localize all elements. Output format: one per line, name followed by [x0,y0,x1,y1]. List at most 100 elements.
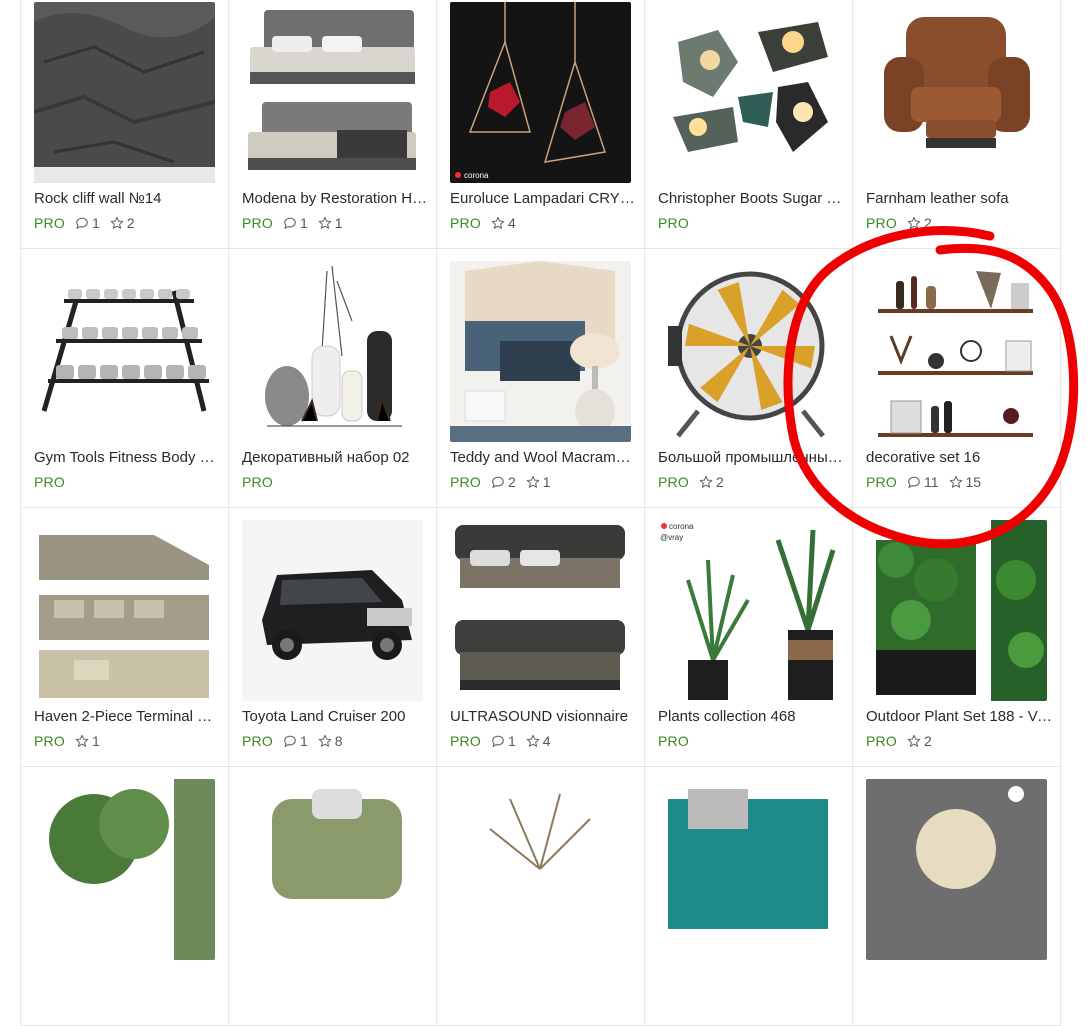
model-grid: Rock cliff wall №14 PRO 1 2 Modena by Restor… [20,0,1061,1026]
model-title[interactable]: Modena by Restoration Hardware [242,190,430,208]
model-title[interactable]: Christopher Boots Sugar Lamp [658,190,846,208]
favorite-count: 1 [91,733,100,749]
model-title[interactable]: decorative set 16 [866,449,1054,467]
model-meta: PRO 1 4 [450,732,551,750]
model-card[interactable]: Modena by Restoration Hardware PRO 1 1 [229,0,437,249]
star-icon [491,216,505,230]
comments-stat: 2 [491,474,516,490]
comment-count: 2 [507,474,516,490]
model-thumbnail[interactable] [242,2,423,183]
star-icon [907,734,921,748]
star-icon [75,734,89,748]
model-title[interactable]: Euroluce Lampadari CRYSTAL [450,190,638,208]
model-thumbnail[interactable] [866,261,1047,442]
model-meta: PRO 1 1 [242,214,343,232]
model-card[interactable] [21,767,229,1026]
model-thumbnail[interactable] [450,520,631,701]
model-title[interactable]: Gym Tools Fitness Body Solid [34,449,222,467]
model-title[interactable]: Outdoor Plant Set 188 - Vertical [866,708,1054,726]
comment-icon [907,475,921,489]
pro-badge: PRO [34,215,65,231]
favorites-stat: 1 [318,215,343,231]
comment-count: 11 [923,474,939,490]
model-title[interactable]: Haven 2-Piece Terminal Sectional [34,708,222,726]
comment-icon [75,216,89,230]
comment-count: 1 [507,733,516,749]
model-thumbnail[interactable] [866,520,1047,701]
model-card[interactable] [853,767,1061,1026]
model-card[interactable]: Teddy and Wool Macrame Set PRO 2 1 [437,249,645,508]
model-title[interactable]: Rock cliff wall №14 [34,190,222,208]
model-title[interactable]: Teddy and Wool Macrame Set [450,449,638,467]
model-thumbnail[interactable] [34,520,215,701]
favorite-count: 4 [507,215,516,231]
model-meta: PRO [658,732,689,750]
model-meta: PRO 1 8 [242,732,343,750]
comment-count: 1 [91,215,100,231]
favorites-stat: 2 [907,733,932,749]
pro-badge: PRO [866,215,897,231]
model-thumbnail[interactable] [450,261,631,442]
model-thumbnail[interactable] [242,779,423,960]
model-card[interactable]: Декоративный набор 02 PRO [229,249,437,508]
model-thumbnail[interactable] [242,261,423,442]
model-meta: PRO 1 [34,732,100,750]
pro-badge: PRO [658,215,689,231]
favorites-stat: 8 [318,733,343,749]
model-thumbnail[interactable] [450,779,631,960]
model-card[interactable]: Outdoor Plant Set 188 - Vertical PRO 2 [853,508,1061,767]
model-thumbnail[interactable]: corona [450,2,631,183]
model-thumbnail[interactable] [242,520,423,701]
model-card[interactable]: ULTRASOUND visionnaire PRO 1 4 [437,508,645,767]
favorite-count: 2 [923,733,932,749]
star-icon [110,216,124,230]
model-card[interactable]: Rock cliff wall №14 PRO 1 2 [21,0,229,249]
model-card[interactable]: Большой промышленный вентилятор PRO 2 [645,249,853,508]
model-title[interactable]: Plants collection 468 [658,708,846,726]
favorites-stat: 1 [526,474,551,490]
model-meta: PRO 1 2 [34,214,135,232]
model-meta: PRO [34,473,65,491]
model-card[interactable]: Christopher Boots Sugar Lamp PRO [645,0,853,249]
model-title[interactable]: Большой промышленный вентилятор [658,449,846,467]
model-title[interactable]: Декоративный набор 02 [242,449,430,467]
model-title[interactable]: ULTRASOUND visionnaire [450,708,638,726]
favorite-count: 2 [923,215,932,231]
pro-badge: PRO [450,215,481,231]
model-card[interactable]: decorative set 16 PRO 11 15 [853,249,1061,508]
model-meta: PRO [658,214,689,232]
model-title[interactable]: Farnham leather sofa [866,190,1054,208]
model-card[interactable]: corona @vray Plants collection 468 PRO [645,508,853,767]
star-icon [526,734,540,748]
model-thumbnail[interactable] [866,2,1047,183]
pro-badge: PRO [866,733,897,749]
model-card[interactable]: Toyota Land Cruiser 200 PRO 1 8 [229,508,437,767]
model-thumbnail[interactable]: corona @vray [658,520,839,701]
model-thumbnail[interactable] [658,261,839,442]
model-thumbnail[interactable] [34,261,215,442]
pro-badge: PRO [658,474,689,490]
pro-badge: PRO [34,474,65,490]
comments-stat: 1 [283,215,308,231]
model-thumbnail[interactable] [658,2,839,183]
model-card[interactable]: corona Euroluce Lampadari CRYSTAL PRO 4 [437,0,645,249]
model-card[interactable]: Farnham leather sofa PRO 2 [853,0,1061,249]
pro-badge: PRO [242,474,273,490]
model-thumbnail[interactable] [658,779,839,960]
model-card[interactable] [229,767,437,1026]
favorites-stat: 2 [110,215,135,231]
favorites-stat: 1 [75,733,100,749]
model-card[interactable] [645,767,853,1026]
model-card[interactable]: Haven 2-Piece Terminal Sectional PRO 1 [21,508,229,767]
model-meta: PRO 2 [658,473,724,491]
pro-badge: PRO [450,474,481,490]
model-card[interactable]: Gym Tools Fitness Body Solid PRO [21,249,229,508]
favorites-stat: 2 [699,474,724,490]
model-thumbnail[interactable] [34,779,215,960]
model-thumbnail[interactable] [866,779,1047,960]
model-thumbnail[interactable] [34,2,215,183]
favorite-count: 2 [715,474,724,490]
favorites-stat: 15 [949,474,981,490]
model-card[interactable] [437,767,645,1026]
model-title[interactable]: Toyota Land Cruiser 200 [242,708,430,726]
